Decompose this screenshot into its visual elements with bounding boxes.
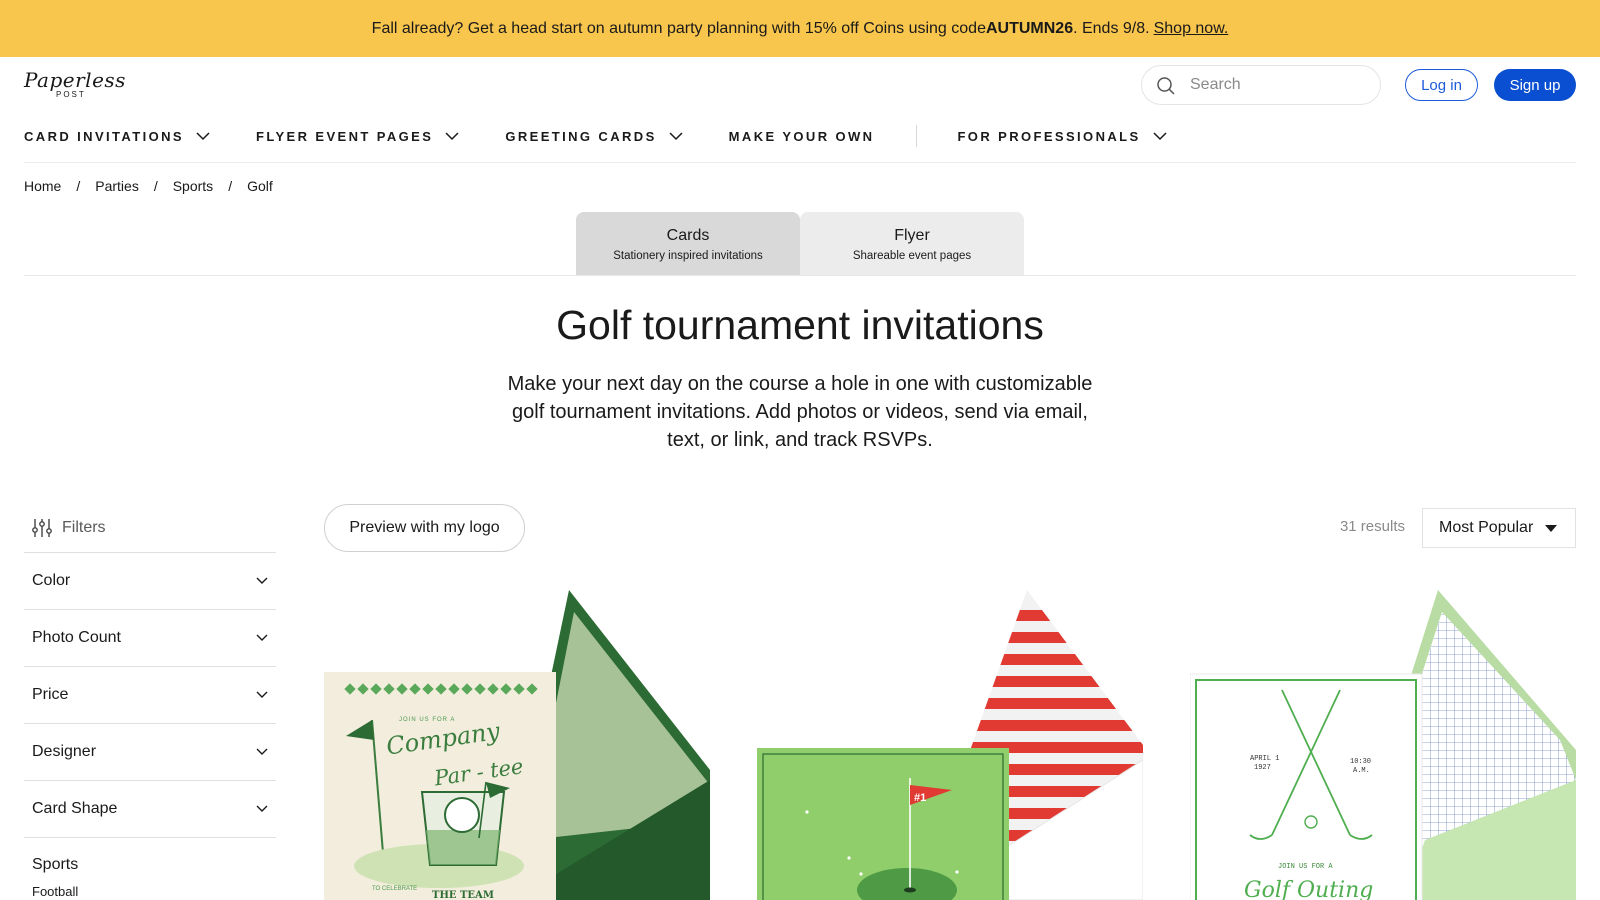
page-title: Golf tournament invitations [556,302,1044,348]
filters-sidebar: Filters Color Photo Count Price Designer… [24,503,276,899]
nav-label: GREETING CARDS [505,128,657,144]
login-button[interactable]: Log in [1405,69,1478,101]
nav-divider-line [24,162,1576,163]
tab-flyer[interactable]: Flyer Shareable event pages [800,212,1024,276]
facet-label: Card Shape [32,800,118,817]
tab-cards[interactable]: Cards Stationery inspired invitations [576,212,800,276]
breadcrumb: Home / Parties / Sports / Golf [24,178,273,194]
preview-with-logo-button[interactable]: Preview with my logo [324,504,525,552]
chevron-down-icon [256,634,268,641]
search-box[interactable] [1141,65,1381,105]
nav-label: FLYER EVENT PAGES [255,128,434,144]
category-title: Sports [32,856,79,873]
filters-heading[interactable]: Filters [24,503,276,553]
card-artwork: JOIN US FOR A Company Par - tee TO CELEB… [324,590,710,900]
golf-ball [1304,815,1318,829]
card-date-right-a: 10:30 [1350,758,1371,766]
breadcrumb-separator: / [228,178,233,194]
filters-label: Filters [62,518,106,536]
logo-sub: POST [56,90,86,99]
page-intro: Make your next day on the course a hole … [507,373,1093,451]
chevron-down-icon [256,805,268,812]
chevron-down-icon [256,577,268,584]
facet-designer[interactable]: Designer [24,724,276,781]
search-input[interactable] [1190,76,1370,94]
facet-label: Designer [32,743,97,760]
card-line1: JOIN US FOR A [399,717,455,723]
main-nav: CARD INVITATIONS FLYER EVENT PAGES GREET… [24,124,1167,148]
card-line2: TO CELEBRATE [372,886,417,892]
facet-photo-count[interactable]: Photo Count [24,610,276,667]
nav-flyer-event-pages[interactable]: FLYER EVENT PAGES [256,129,459,144]
card-line3: THE TEAM [432,890,494,900]
category-item-football[interactable]: Football [24,874,276,899]
tabs-divider [24,275,1576,276]
product-card-company-partee[interactable]: JOIN US FOR A Company Par - tee TO CELEB… [324,590,710,900]
chevron-down-icon [196,131,210,140]
tab-subtitle: Shareable event pages [852,249,972,262]
tab-title: Cards [666,226,710,244]
tab-title: Flyer [894,226,930,244]
card-artwork: #1 [757,590,1143,900]
card-line1: JOIN US FOR A [1278,863,1333,871]
nav-label: MAKE YOUR OWN [728,128,875,144]
card-date-left-a: APRIL 1 [1250,755,1279,763]
facet-color[interactable]: Color [24,553,276,610]
caret-down-icon [1545,525,1557,532]
sliders-icon [32,518,52,537]
nav-greeting-cards[interactable]: GREETING CARDS [505,128,683,144]
nav-label: CARD INVITATIONS [24,128,184,144]
breadcrumb-separator: / [76,178,81,194]
nav-make-your-own[interactable]: MAKE YOUR OWN [729,129,875,144]
logo-script: Paperless [24,68,126,92]
promo-ends: . Ends 9/8. [1073,19,1150,37]
card-title: Golf Outing [1244,878,1373,900]
sort-value: Most Popular [1439,519,1534,536]
breadcrumb-home[interactable]: Home [24,178,61,194]
facet-price[interactable]: Price [24,667,276,724]
product-card-hole-in-one[interactable]: #1 [757,590,1143,900]
chevron-down-icon [256,691,268,698]
breadcrumb-separator: / [153,178,158,194]
chevron-down-icon [1153,131,1167,140]
shop-now-link[interactable]: Shop now. [1154,20,1229,38]
card-date-right-b: A.M. [1353,767,1370,775]
facet-label: Color [32,572,71,589]
facet-card-shape[interactable]: Card Shape [24,781,276,838]
promo-banner: Fall already? Get a head start on autumn… [0,0,1600,57]
chevron-down-icon [256,748,268,755]
chevron-down-icon [669,131,683,140]
hole [904,887,916,893]
paperless-post-logo[interactable]: Paperless POST [24,68,126,100]
breadcrumb-parties[interactable]: Parties [95,178,139,194]
nav-card-invitations[interactable]: CARD INVITATIONS [24,129,210,144]
sort-select[interactable]: Most Popular [1422,508,1576,548]
format-tabs: Cards Stationery inspired invitations Fl… [576,212,1024,276]
search-icon [1156,76,1176,96]
signup-button[interactable]: Sign up [1494,69,1576,101]
facet-label: Price [32,686,69,703]
facet-label: Photo Count [32,629,121,646]
breadcrumb-golf[interactable]: Golf [247,178,273,194]
product-card-golf-outing[interactable]: APRIL 1 1927 10:30 A.M. JOIN US FOR A Go… [1190,590,1576,900]
flag-number: #1 [914,792,926,804]
glass-icon [420,791,506,866]
chevron-down-icon [445,131,459,140]
tab-subtitle: Stationery inspired invitations [613,249,763,262]
promo-code: AUTUMN26 [985,19,1074,37]
promo-text: Fall already? Get a head start on autumn… [371,19,986,37]
breadcrumb-sports[interactable]: Sports [173,178,213,194]
results-count: 31 results [1339,518,1405,535]
nav-label: FOR PROFESSIONALS [957,128,1141,144]
card-date-left-b: 1927 [1254,764,1271,772]
nav-divider [916,125,918,147]
nav-for-professionals[interactable]: FOR PROFESSIONALS [957,128,1167,144]
card-artwork: APRIL 1 1927 10:30 A.M. JOIN US FOR A Go… [1190,590,1576,900]
